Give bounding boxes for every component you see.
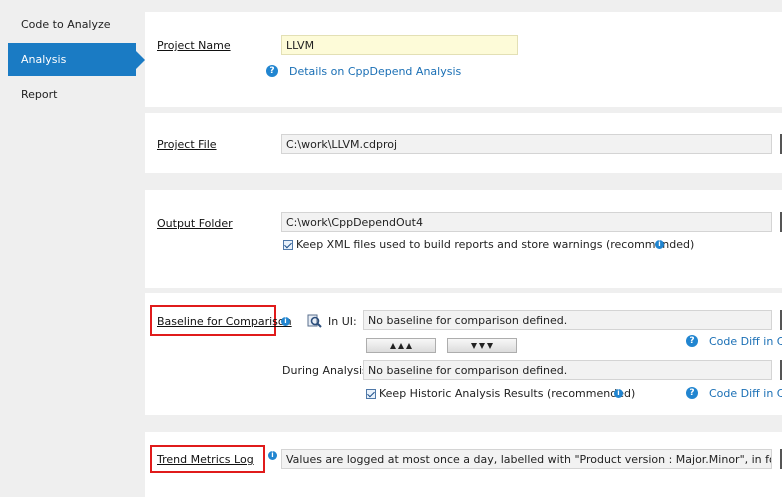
- info-icon[interactable]: i: [655, 240, 664, 249]
- code-diff-link[interactable]: Code Diff in Cp: [709, 335, 782, 348]
- baseline-label[interactable]: Baseline for Comparison: [157, 315, 292, 328]
- output-folder-label[interactable]: Output Folder: [157, 217, 233, 230]
- sidebar-item-analysis[interactable]: Analysis: [8, 43, 136, 76]
- arrow-up-icon: [398, 342, 404, 349]
- arrow-up-icon: [390, 342, 396, 349]
- keep-historic-label: Keep Historic Analysis Results (recommen…: [379, 387, 636, 400]
- help-icon[interactable]: ?: [686, 387, 698, 399]
- info-icon[interactable]: i: [281, 317, 290, 326]
- project-name-input[interactable]: LLVM: [281, 35, 518, 55]
- trend-metrics-input[interactable]: Values are logged at most once a day, la…: [281, 449, 772, 469]
- project-file-label[interactable]: Project File: [157, 138, 217, 151]
- arrow-up-icon: [406, 342, 412, 349]
- details-analysis-link[interactable]: Details on CppDepend Analysis: [289, 65, 461, 78]
- trend-metrics-label[interactable]: Trend Metrics Log: [157, 453, 254, 466]
- arrow-down-icon: [479, 342, 485, 349]
- active-indicator-arrow: [136, 51, 145, 69]
- help-icon[interactable]: ?: [686, 335, 698, 347]
- project-name-label[interactable]: Project Name: [157, 39, 231, 52]
- sidebar: Code to Analyze Analysis Report: [0, 0, 145, 497]
- info-icon[interactable]: i: [268, 451, 277, 460]
- arrow-down-icon: [471, 342, 477, 349]
- keep-xml-label: Keep XML files used to build reports and…: [296, 238, 695, 251]
- sidebar-item-code-to-analyze[interactable]: Code to Analyze: [8, 8, 136, 41]
- info-icon[interactable]: i: [614, 389, 623, 398]
- move-down-button[interactable]: [447, 338, 517, 353]
- baseline-in-ui-input[interactable]: No baseline for comparison defined.: [363, 310, 772, 330]
- keep-historic-checkbox[interactable]: [366, 389, 376, 399]
- output-folder-input[interactable]: C:\work\CppDependOut4: [281, 212, 772, 232]
- arrow-down-icon: [487, 342, 493, 349]
- project-file-input[interactable]: C:\work\LLVM.cdproj: [281, 134, 772, 154]
- keep-xml-checkbox[interactable]: [283, 240, 293, 250]
- in-ui-label: In UI:: [328, 315, 357, 328]
- sidebar-item-report[interactable]: Report: [8, 78, 136, 111]
- help-icon[interactable]: ?: [266, 65, 278, 77]
- project-name-panel: [145, 12, 782, 107]
- during-analysis-label: During Analysis:: [282, 364, 372, 377]
- code-diff-link[interactable]: Code Diff in Cp: [709, 387, 782, 400]
- baseline-during-analysis-input[interactable]: No baseline for comparison defined.: [363, 360, 772, 380]
- compare-search-icon[interactable]: [306, 313, 322, 329]
- move-up-button[interactable]: [366, 338, 436, 353]
